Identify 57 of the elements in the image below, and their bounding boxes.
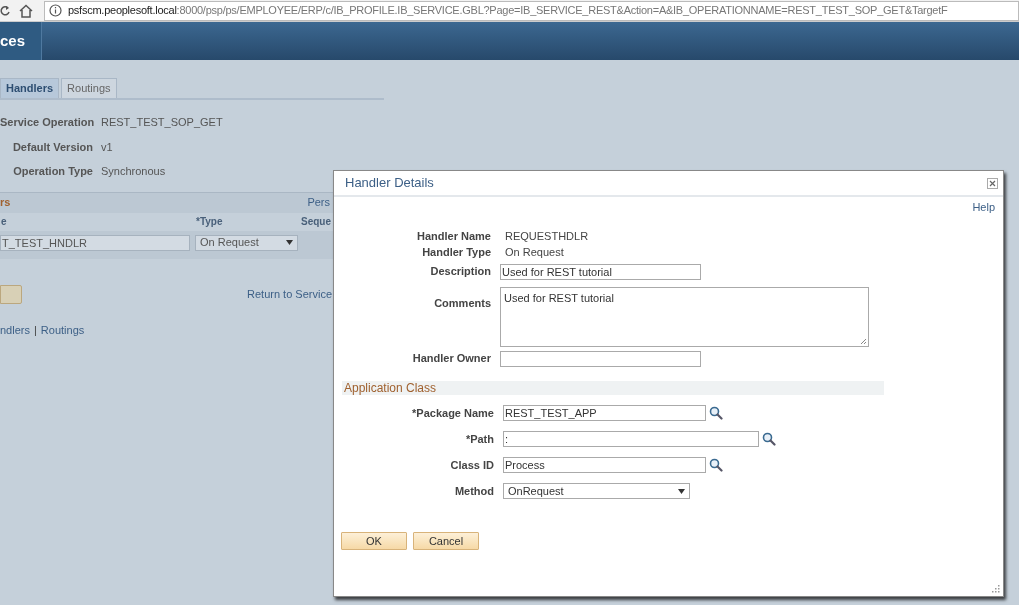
resize-grip-icon[interactable] — [992, 585, 1000, 593]
field-value: v1 — [101, 139, 113, 155]
page-link[interactable]: Routings — [40, 321, 85, 338]
lookup-field[interactable]: REST_TEST_APP — [503, 405, 706, 421]
field-label: *Package Name — [412, 406, 494, 419]
handler-name-field[interactable]: T_TEST_HNDLR — [0, 234, 190, 251]
field-label: Operation Type — [13, 165, 93, 177]
personalize-link[interactable]: Pers — [307, 194, 330, 211]
column-header: e — [1, 216, 7, 227]
help-link[interactable]: Help — [972, 199, 995, 216]
search-icon[interactable] — [709, 458, 723, 472]
close-button[interactable] — [987, 177, 998, 189]
field-label: Handler Name — [417, 230, 491, 243]
field-label: Description — [430, 265, 491, 278]
header-title: ces — [0, 22, 43, 60]
description-field[interactable]: Used for REST tutorial — [500, 263, 701, 280]
field-value: REQUESTHDLR — [505, 229, 589, 245]
return-link[interactable]: Return to Service — [247, 285, 332, 303]
dialog-button[interactable]: OK — [341, 531, 407, 550]
owner-field[interactable] — [500, 350, 701, 367]
column-header: Seque — [301, 216, 331, 227]
tab[interactable]: Routings — [61, 78, 117, 98]
address-bar[interactable]: psfscm.peoplesoft.local:8000/psp/ps/EMPLOYEE/ERP/c/IB_PROFILE.IB_SERVICE.GBL?Page=IB_SERVICE_REST&Action=A&IB_OPERATIONNAME=REST_TEST_SOP_GET&TargetF — [44, 0, 1019, 21]
resize-grip-icon[interactable] — [860, 337, 867, 345]
field-label: Service Operation — [0, 116, 95, 128]
dialog-button[interactable]: Cancel — [413, 531, 479, 550]
dialog-title: Handler Details — [345, 174, 434, 193]
lookup-field[interactable]: Process — [503, 457, 706, 473]
search-icon[interactable] — [762, 432, 776, 446]
page-link[interactable]: ndlers — [0, 321, 30, 338]
url-text: psfscm.peoplesoft.local:8000/psp/ps/EMPLOYEE/ERP/c/IB_PROFILE.IB_SERVICE.GBL?Page=IB_SERVICE_REST&Action=A&IB_OPERATIONNAME=REST_TEST_SOP_GET&TargetF — [68, 3, 948, 19]
dropdown-arrow-icon — [286, 240, 293, 245]
info-icon[interactable] — [49, 4, 62, 17]
field-label: *Path — [465, 432, 494, 445]
link-separator: | — [33, 322, 37, 338]
search-icon[interactable] — [709, 406, 723, 420]
reload-icon[interactable] — [0, 4, 10, 17]
method-dropdown[interactable]: OnRequest — [503, 483, 690, 499]
lookup-field[interactable]: : — [503, 431, 759, 447]
tab[interactable]: Handlers — [0, 78, 60, 98]
comments-field[interactable]: Used for REST tutorial — [500, 286, 869, 347]
home-icon[interactable] — [18, 3, 34, 18]
field-label: Default Version — [12, 140, 93, 153]
field-label: Handler Type — [422, 246, 491, 259]
field-value: On Request — [505, 245, 564, 261]
column-header: *Type — [196, 216, 223, 227]
dropdown-arrow-icon — [678, 488, 685, 494]
field-label: Handler Owner — [412, 352, 491, 365]
field-value: Synchronous — [101, 164, 166, 179]
type-dropdown[interactable]: On Request — [195, 234, 298, 251]
field-value: REST_TEST_SOP_GET — [101, 115, 223, 130]
field-label: Comments — [434, 296, 491, 309]
field-label: Class ID — [450, 458, 494, 471]
section-header: Application Class — [342, 380, 884, 395]
grid-title: rs — [0, 195, 11, 211]
close-icon — [989, 179, 996, 187]
field-label: Method — [454, 484, 494, 497]
